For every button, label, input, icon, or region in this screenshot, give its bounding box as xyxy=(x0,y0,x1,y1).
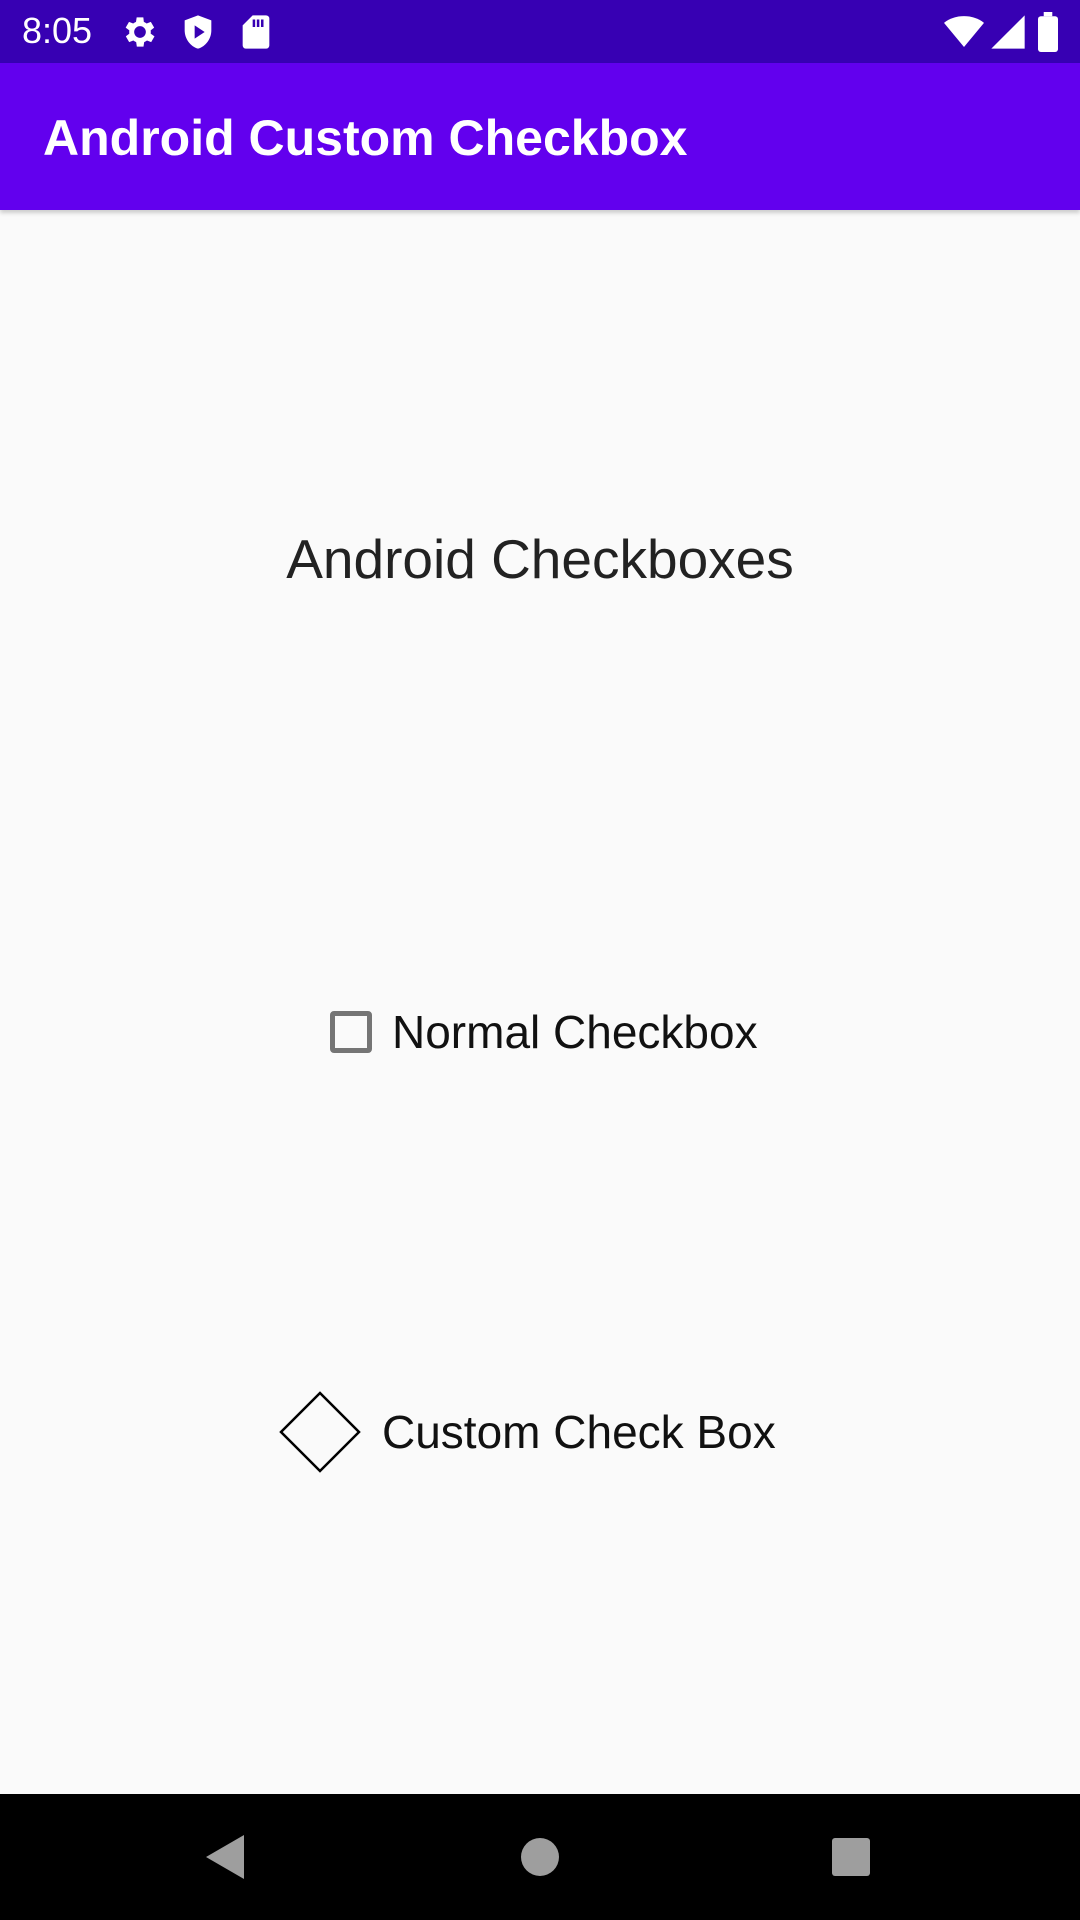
app-bar: Android Custom Checkbox xyxy=(0,63,1080,210)
settings-gear-icon xyxy=(120,12,160,52)
custom-checkbox-label[interactable]: Custom Check Box xyxy=(382,1404,776,1460)
battery-icon xyxy=(1030,12,1066,52)
normal-checkbox-box[interactable] xyxy=(330,1011,372,1053)
diamond-checkbox-icon[interactable] xyxy=(278,1390,362,1474)
navigation-bar xyxy=(0,1794,1080,1920)
screen: 8:05 Android Custom Checkbox Android Che… xyxy=(0,0,1080,1920)
page-heading: Android Checkboxes xyxy=(286,528,794,590)
cell-signal-icon xyxy=(988,12,1028,52)
recents-icon[interactable] xyxy=(821,1827,881,1887)
normal-checkbox[interactable]: Normal Checkbox xyxy=(326,987,758,1077)
back-icon[interactable] xyxy=(196,1827,256,1887)
home-icon[interactable] xyxy=(510,1827,570,1887)
custom-checkbox[interactable]: Custom Check Box xyxy=(278,1387,776,1477)
shield-play-icon xyxy=(178,12,218,52)
sd-card-icon xyxy=(236,12,276,52)
normal-checkbox-label[interactable]: Normal Checkbox xyxy=(392,1004,758,1060)
status-bar: 8:05 xyxy=(0,0,1080,63)
status-time: 8:05 xyxy=(22,10,93,51)
wifi-icon xyxy=(944,12,984,52)
app-title: Android Custom Checkbox xyxy=(43,110,688,166)
